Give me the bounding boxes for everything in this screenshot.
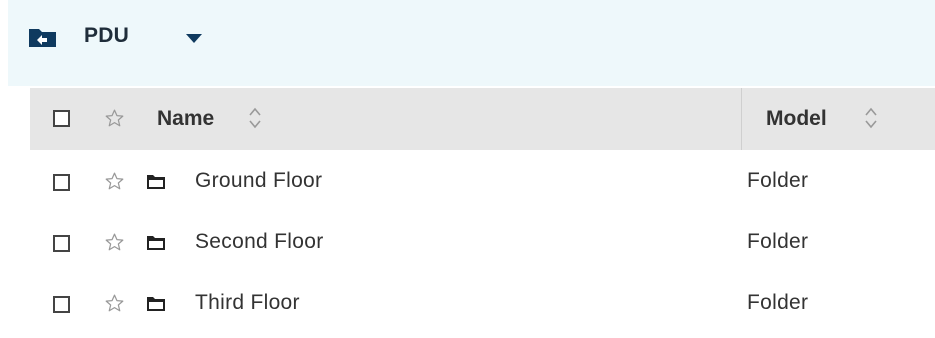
- folder-icon: [146, 296, 166, 312]
- row-model: Folder: [747, 291, 809, 314]
- row-checkbox[interactable]: [53, 235, 70, 252]
- folder-back-icon[interactable]: [28, 26, 57, 48]
- table-header: Name Model: [30, 88, 935, 150]
- row-checkbox[interactable]: [53, 296, 70, 313]
- column-divider: [741, 88, 742, 150]
- row-model: Folder: [747, 230, 809, 253]
- page-title: PDU: [84, 24, 129, 47]
- sort-icon[interactable]: [248, 106, 262, 130]
- folder-header: PDU: [8, 0, 935, 86]
- star-icon[interactable]: [104, 232, 125, 253]
- folder-icon: [146, 235, 166, 251]
- row-name[interactable]: Ground Floor: [195, 169, 322, 193]
- select-all-checkbox[interactable]: [53, 110, 70, 127]
- table-row[interactable]: Second Floor Folder: [30, 212, 935, 273]
- row-model: Folder: [747, 169, 809, 192]
- star-icon[interactable]: [104, 171, 125, 192]
- pdu-browser: PDU Name Model Ground Floor Folder Secon…: [8, 0, 935, 338]
- star-icon[interactable]: [104, 108, 125, 129]
- row-checkbox[interactable]: [53, 174, 70, 191]
- caret-down-icon[interactable]: [184, 31, 204, 43]
- row-name[interactable]: Third Floor: [195, 291, 300, 315]
- table-row[interactable]: Third Floor Folder: [30, 273, 935, 334]
- sort-icon[interactable]: [864, 106, 878, 130]
- column-header-model[interactable]: Model: [766, 107, 827, 131]
- table-row[interactable]: Ground Floor Folder: [30, 151, 935, 212]
- column-header-name[interactable]: Name: [157, 107, 214, 131]
- star-icon[interactable]: [104, 293, 125, 314]
- folder-icon: [146, 174, 166, 190]
- row-name[interactable]: Second Floor: [195, 230, 324, 254]
